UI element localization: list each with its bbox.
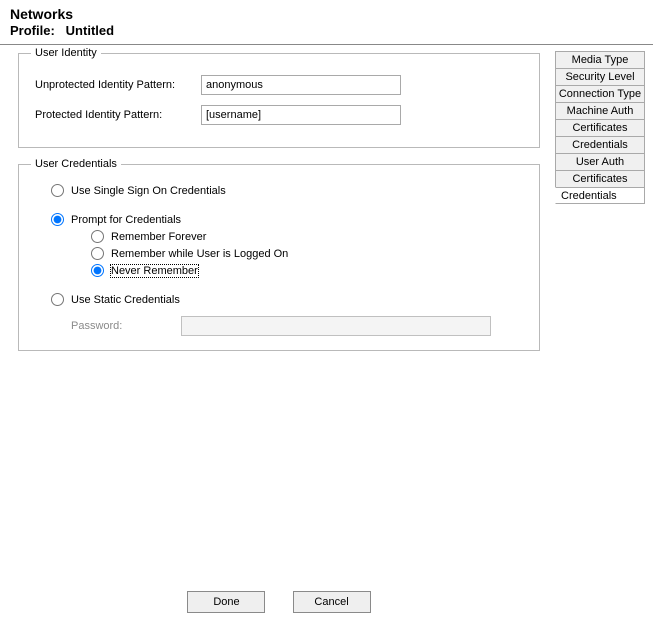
radio-remember-logged-on[interactable]: [91, 247, 104, 260]
profile-line: Profile: Untitled: [10, 23, 643, 38]
tab-user-auth[interactable]: User Auth: [555, 153, 645, 170]
radio-row-use-static: Use Static Credentials: [51, 293, 527, 306]
profile-label: Profile:: [10, 23, 55, 38]
tab-machine-certificates[interactable]: Certificates: [555, 119, 645, 136]
radio-row-prompt: Prompt for Credentials: [51, 213, 527, 226]
radio-prompt[interactable]: [51, 213, 64, 226]
password-label: Password:: [71, 320, 181, 332]
tab-user-certificates[interactable]: Certificates: [555, 170, 645, 187]
radio-row-never-remember: Never Remember: [91, 264, 527, 277]
user-identity-legend: User Identity: [31, 47, 101, 59]
label-use-sso: Use Single Sign On Credentials: [71, 185, 226, 197]
tab-machine-auth[interactable]: Machine Auth: [555, 102, 645, 119]
tab-media-type[interactable]: Media Type: [555, 51, 645, 68]
done-button[interactable]: Done: [187, 591, 265, 613]
radio-row-remember-forever: Remember Forever: [91, 230, 527, 243]
user-credentials-legend: User Credentials: [31, 158, 121, 170]
main-panel: User Identity Unprotected Identity Patte…: [18, 47, 540, 619]
protected-identity-row: Protected Identity Pattern:: [31, 105, 527, 125]
page-title: Networks: [10, 6, 643, 22]
radio-never-remember[interactable]: [91, 264, 104, 277]
unprotected-identity-label: Unprotected Identity Pattern:: [31, 79, 201, 91]
body-area: Media Type Security Level Connection Typ…: [0, 45, 653, 623]
label-never-remember: Never Remember: [111, 265, 198, 277]
tab-user-credentials[interactable]: Credentials: [555, 187, 645, 204]
label-remember-forever: Remember Forever: [111, 231, 206, 243]
radio-remember-forever[interactable]: [91, 230, 104, 243]
user-credentials-group: User Credentials Use Single Sign On Cred…: [18, 158, 540, 351]
header: Networks Profile: Untitled: [0, 0, 653, 42]
radio-row-use-sso: Use Single Sign On Credentials: [51, 184, 527, 197]
side-tabs: Media Type Security Level Connection Typ…: [555, 51, 645, 204]
radio-use-static[interactable]: [51, 293, 64, 306]
radio-use-sso[interactable]: [51, 184, 64, 197]
protected-identity-label: Protected Identity Pattern:: [31, 109, 201, 121]
protected-identity-input[interactable]: [201, 105, 401, 125]
label-use-static: Use Static Credentials: [71, 294, 180, 306]
unprotected-identity-input[interactable]: [201, 75, 401, 95]
tab-security-level[interactable]: Security Level: [555, 68, 645, 85]
user-identity-group: User Identity Unprotected Identity Patte…: [18, 47, 540, 148]
button-bar: Done Cancel: [18, 591, 540, 613]
profile-name: Untitled: [66, 23, 114, 38]
radio-row-remember-logged-on: Remember while User is Logged On: [91, 247, 527, 260]
password-input: [181, 316, 491, 336]
unprotected-identity-row: Unprotected Identity Pattern:: [31, 75, 527, 95]
password-row: Password:: [71, 316, 527, 336]
tab-machine-credentials[interactable]: Credentials: [555, 136, 645, 153]
label-prompt: Prompt for Credentials: [71, 214, 181, 226]
cancel-button[interactable]: Cancel: [293, 591, 371, 613]
tab-connection-type[interactable]: Connection Type: [555, 85, 645, 102]
label-remember-logged-on: Remember while User is Logged On: [111, 248, 288, 260]
